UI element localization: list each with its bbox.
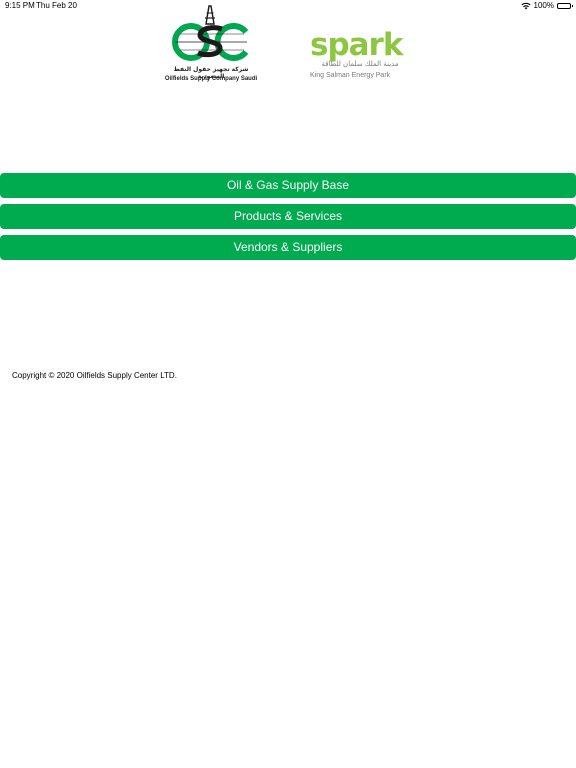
- spark-logo: spark مدينة الملك سلمان للطاقة King Salm…: [308, 27, 412, 86]
- header-logos: شركة تجهيز حقول النفط السعودية Oilfields…: [0, 0, 576, 90]
- products-services-button[interactable]: Products & Services: [0, 204, 576, 229]
- spark-logo-arabic: مدينة الملك سلمان للطاقة: [321, 60, 399, 68]
- vendors-suppliers-button[interactable]: Vendors & Suppliers: [0, 235, 576, 260]
- spark-logo-word: spark: [310, 27, 403, 63]
- oil-gas-supply-base-button[interactable]: Oil & Gas Supply Base: [0, 173, 576, 198]
- osc-logo: شركة تجهيز حقول النفط السعودية Oilfields…: [160, 4, 262, 84]
- main-menu: Oil & Gas Supply Base Products & Service…: [0, 173, 576, 266]
- osc-logo-english: Oilfields Supply Company Saudi: [164, 76, 258, 82]
- copyright-text: Copyright © 2020 Oilfields Supply Center…: [12, 371, 177, 380]
- spark-logo-english: King Salman Energy Park: [310, 72, 391, 79]
- osc-emblem-icon: [172, 5, 249, 61]
